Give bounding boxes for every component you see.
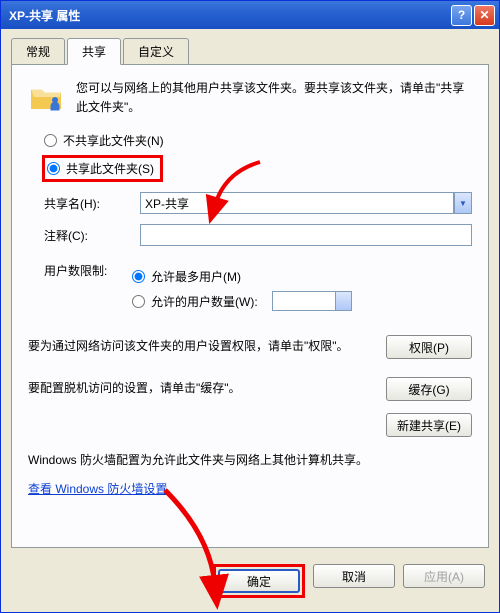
new-share-button[interactable]: 新建共享(E) xyxy=(386,413,472,437)
user-count-spinner[interactable] xyxy=(272,291,352,311)
cache-row: 要配置脱机访问的设置，请单击"缓存"。 缓存(G) xyxy=(28,377,472,401)
share-name-combo xyxy=(140,192,472,214)
tab-strip: 常规 共享 自定义 xyxy=(1,29,499,64)
share-name-row: 共享名(H): xyxy=(44,192,472,214)
cancel-button[interactable]: 取消 xyxy=(313,564,395,588)
annotation-highlight-2: 确定 xyxy=(213,564,305,598)
share-name-input[interactable] xyxy=(140,192,454,214)
radio-share-row: 共享此文件夹(S) xyxy=(42,155,472,182)
permissions-button[interactable]: 权限(P) xyxy=(386,335,472,359)
properties-dialog: XP-共享 属性 ? ✕ 常规 共享 自定义 您可以与网络上的其他用户共享该文件… xyxy=(0,0,500,613)
radio-limit-custom-label: 允许的用户数量(W): xyxy=(151,293,258,310)
radio-limit-custom[interactable] xyxy=(132,295,145,308)
comment-input[interactable] xyxy=(140,224,472,246)
limit-max-row: 允许最多用户(M) xyxy=(132,268,472,285)
titlebar: XP-共享 属性 ? ✕ xyxy=(1,1,499,29)
tab-sharing[interactable]: 共享 xyxy=(67,38,121,65)
share-name-label: 共享名(H): xyxy=(44,195,132,212)
window-title: XP-共享 属性 xyxy=(5,7,449,24)
folder-share-icon xyxy=(28,79,64,118)
radio-share-label: 共享此文件夹(S) xyxy=(66,160,154,177)
apply-button[interactable]: 应用(A) xyxy=(403,564,485,588)
limit-custom-row: 允许的用户数量(W): xyxy=(132,291,472,311)
sharing-panel: 您可以与网络上的其他用户共享该文件夹。要共享该文件夹，请单击"共享此文件夹"。 … xyxy=(11,64,489,548)
radio-no-share[interactable] xyxy=(44,134,57,147)
new-share-row: 新建共享(E) xyxy=(28,413,472,437)
radio-share[interactable] xyxy=(47,162,60,175)
comment-label: 注释(C): xyxy=(44,227,132,244)
annotation-highlight-1: 共享此文件夹(S) xyxy=(42,155,163,182)
cache-text: 要配置脱机访问的设置，请单击"缓存"。 xyxy=(28,379,376,398)
radio-limit-max[interactable] xyxy=(132,270,145,283)
intro-section: 您可以与网络上的其他用户共享该文件夹。要共享该文件夹，请单击"共享此文件夹"。 xyxy=(28,79,472,118)
comment-row: 注释(C): xyxy=(44,224,472,246)
tab-general[interactable]: 常规 xyxy=(11,38,65,65)
user-limit-section: 用户数限制: 允许最多用户(M) 允许的用户数量(W): xyxy=(44,262,472,317)
user-limit-label: 用户数限制: xyxy=(44,262,132,317)
radio-no-share-row: 不共享此文件夹(N) xyxy=(44,132,472,149)
tab-custom[interactable]: 自定义 xyxy=(123,38,189,65)
help-button[interactable]: ? xyxy=(451,5,472,26)
ok-button[interactable]: 确定 xyxy=(218,569,300,593)
permissions-row: 要为通过网络访问该文件夹的用户设置权限，请单击"权限"。 权限(P) xyxy=(28,335,472,359)
firewall-text: Windows 防火墙配置为允许此文件夹与网络上其他计算机共享。 xyxy=(28,451,472,470)
dialog-button-row: 确定 取消 应用(A) xyxy=(1,556,499,612)
intro-text: 您可以与网络上的其他用户共享该文件夹。要共享该文件夹，请单击"共享此文件夹"。 xyxy=(76,79,472,118)
share-name-dropdown-button[interactable] xyxy=(454,192,472,214)
cache-button[interactable]: 缓存(G) xyxy=(386,377,472,401)
close-button[interactable]: ✕ xyxy=(474,5,495,26)
radio-limit-max-label: 允许最多用户(M) xyxy=(151,268,241,285)
permissions-text: 要为通过网络访问该文件夹的用户设置权限，请单击"权限"。 xyxy=(28,337,376,356)
firewall-link[interactable]: 查看 Windows 防火墙设置 xyxy=(28,480,167,497)
radio-no-share-label: 不共享此文件夹(N) xyxy=(63,132,164,149)
